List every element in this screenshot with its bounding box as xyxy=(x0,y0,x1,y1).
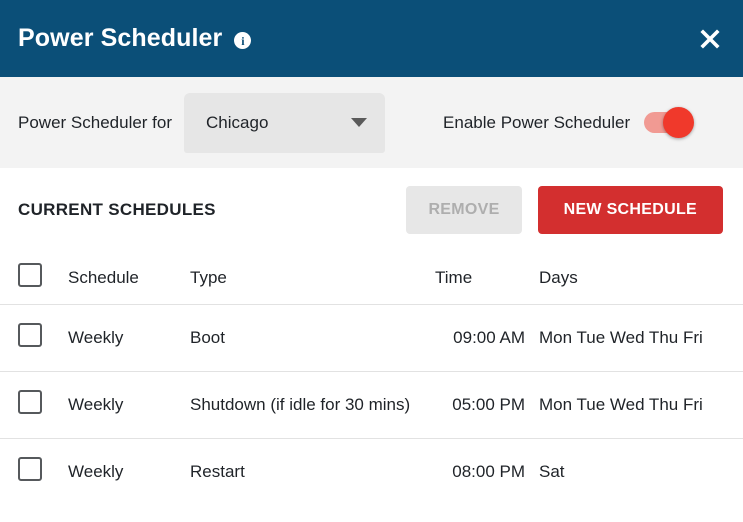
cell-type: Boot xyxy=(190,327,225,347)
select-all-header xyxy=(0,252,68,304)
scheduler-target-row: Power Scheduler for Chicago Enable Power… xyxy=(0,77,743,168)
enable-power-scheduler-toggle[interactable] xyxy=(644,107,695,138)
header-schedule: Schedule xyxy=(68,267,139,287)
select-all-checkbox[interactable] xyxy=(18,263,42,288)
cell-time: 09:00 AM xyxy=(453,327,525,347)
cell-schedule: Weekly xyxy=(68,461,124,481)
row-checkbox[interactable] xyxy=(18,390,42,414)
row-select-cell xyxy=(0,371,68,438)
schedules-table-header: Schedule Type Time Days xyxy=(0,252,743,304)
power-scheduler-for-label: Power Scheduler for xyxy=(18,112,173,132)
row-checkbox[interactable] xyxy=(18,457,42,482)
current-schedules-heading: CURRENT SCHEDULES xyxy=(18,200,216,219)
enable-power-scheduler-label: Enable Power Scheduler xyxy=(443,112,631,132)
row-select-cell xyxy=(0,304,68,371)
cell-type: Shutdown (if idle for 30 mins) xyxy=(190,394,411,414)
table-header-row: Schedule Type Time Days xyxy=(0,252,743,304)
location-dropdown[interactable]: Chicago xyxy=(184,92,386,153)
page-title: Power Scheduler xyxy=(18,24,223,52)
row-select-cell xyxy=(0,438,68,505)
header-time: Time xyxy=(435,267,473,287)
enable-power-scheduler-group: Enable Power Scheduler xyxy=(443,107,695,138)
location-dropdown-value: Chicago xyxy=(206,112,269,132)
table-row[interactable]: Weekly Boot 09:00 AM Mon Tue Wed Thu Fri xyxy=(0,304,743,371)
cell-schedule: Weekly xyxy=(68,394,124,414)
schedules-table: Schedule Type Time Days Weekly Boot 09:0… xyxy=(0,252,743,505)
toggle-knob xyxy=(663,107,695,138)
cell-time: 08:00 PM xyxy=(452,461,525,481)
close-icon[interactable] xyxy=(695,24,725,54)
row-checkbox[interactable] xyxy=(18,323,42,347)
cell-days: Mon Tue Wed Thu Fri xyxy=(539,394,703,414)
cell-schedule: Weekly xyxy=(68,327,124,347)
header-days: Days xyxy=(539,267,578,287)
dialog-titlebar: Power Scheduler i xyxy=(0,0,743,77)
chevron-down-icon xyxy=(351,118,368,127)
schedules-table-body: Weekly Boot 09:00 AM Mon Tue Wed Thu Fri… xyxy=(0,304,743,505)
cell-days: Mon Tue Wed Thu Fri xyxy=(539,327,703,347)
cell-type: Restart xyxy=(190,461,245,481)
table-row[interactable]: Weekly Restart 08:00 PM Sat xyxy=(0,438,743,505)
table-row[interactable]: Weekly Shutdown (if idle for 30 mins) 05… xyxy=(0,371,743,438)
schedules-toolbar: CURRENT SCHEDULES REMOVE NEW SCHEDULE xyxy=(0,168,743,252)
remove-button[interactable]: REMOVE xyxy=(406,186,522,234)
cell-days: Sat xyxy=(539,461,565,481)
info-icon[interactable]: i xyxy=(234,32,252,49)
new-schedule-button[interactable]: NEW SCHEDULE xyxy=(537,186,723,234)
cell-time: 05:00 PM xyxy=(452,394,525,414)
header-type: Type xyxy=(190,267,227,287)
